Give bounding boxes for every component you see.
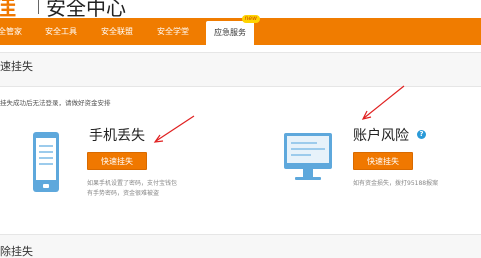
red-arrow-account [361, 85, 405, 120]
red-arrow-phone [153, 115, 195, 143]
section-title-remove-report: 除挂失 [0, 245, 33, 258]
annotation-arrows [153, 85, 405, 143]
remove-report-panel [0, 234, 481, 258]
